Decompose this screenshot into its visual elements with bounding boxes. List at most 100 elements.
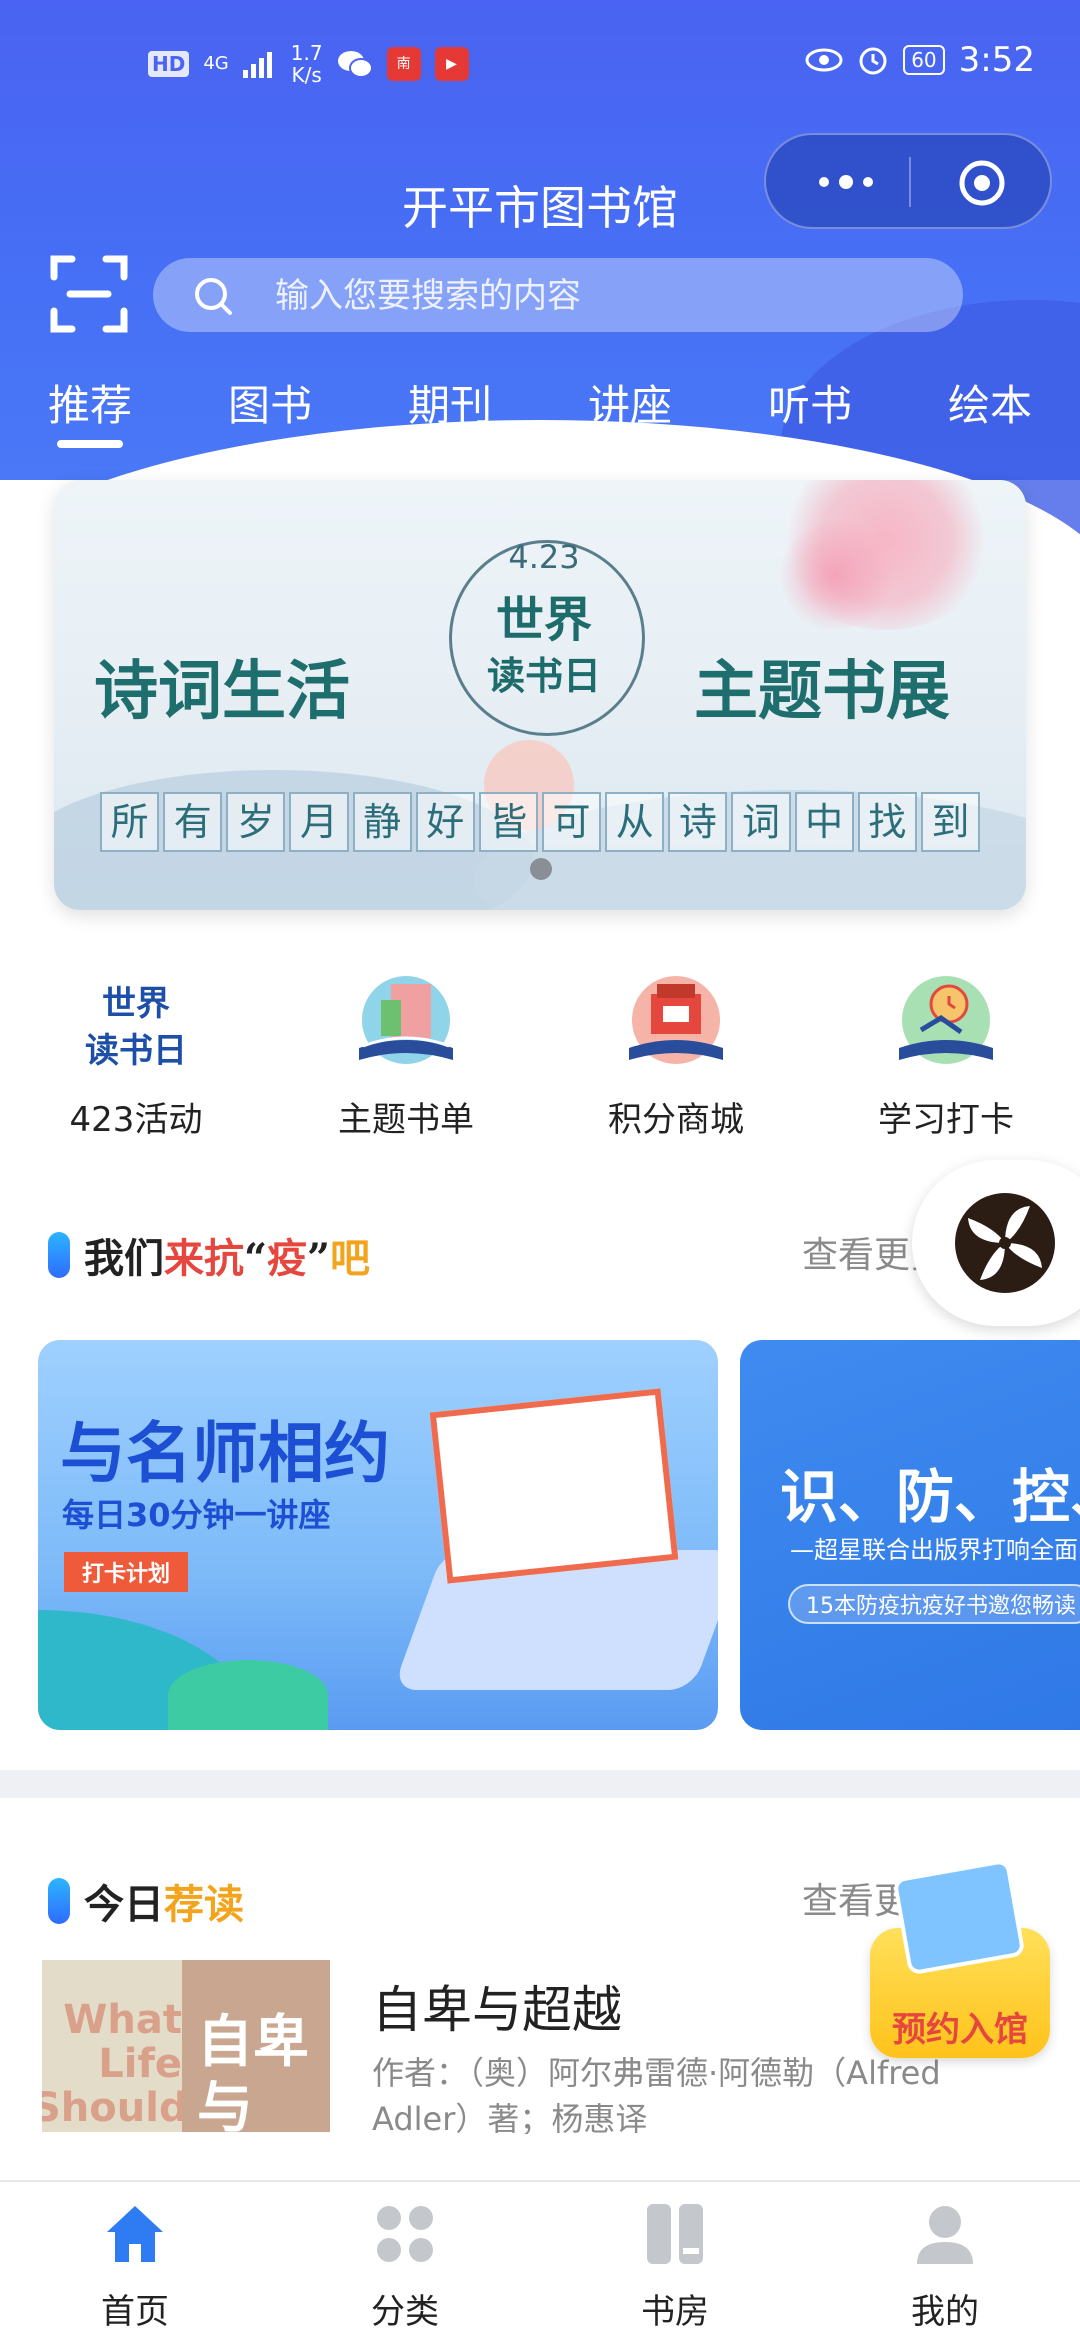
tab-picture-books[interactable]: 绘本 <box>920 372 1060 433</box>
blossom-decoration <box>776 520 896 630</box>
heading-part: 吧 <box>330 1235 371 1282</box>
book-cover[interactable]: What Life Should 自卑 与 <box>42 1960 330 2132</box>
floating-assistant-button[interactable] <box>912 1160 1080 1326</box>
epidemic-books-card[interactable]: 识、防、控、治 —超星联合出版界打响全面战 15本防疫抗疫好书邀您畅读 <box>740 1340 1080 1730</box>
section-divider <box>0 1770 1080 1798</box>
cover-chinese-title: 自卑 与 <box>197 2010 309 2132</box>
poem-char: 皆 <box>478 792 538 852</box>
heading-part: 我们 <box>84 1235 164 1282</box>
poem-char: 岁 <box>226 792 286 852</box>
svg-text:世界: 世界 <box>102 984 170 1024</box>
banner-poem-strip: 所 有 岁 月 静 好 皆 可 从 诗 词 中 找 到 <box>100 792 980 852</box>
alarm-icon <box>859 47 887 75</box>
clock: 3:52 <box>958 40 1035 80</box>
banner-date: 4.23 <box>508 538 580 576</box>
heading-part: 今日 <box>84 1881 164 1928</box>
network-type: 4G <box>203 53 229 74</box>
promo-banner[interactable]: 4.23 世界 读书日 诗词生活 主题书展 所 有 岁 月 静 好 皆 可 从 … <box>54 480 1026 910</box>
quick-link-423[interactable]: 世界 读书日 423活动 <box>16 970 256 1141</box>
signal-icon <box>242 52 272 78</box>
tab-audiobooks[interactable]: 听书 <box>740 372 880 433</box>
ticket-illustration <box>892 1858 1026 1976</box>
network-speed: 1.7 K/s <box>290 41 323 87</box>
battery-indicator: 60 <box>903 45 945 75</box>
poem-char: 所 <box>100 792 160 852</box>
quick-link-label: 主题书单 <box>338 1100 474 1140</box>
scan-icon[interactable] <box>50 255 128 333</box>
status-bar: HD 4G 1.7 K/s 南 ▶ 60 3:52 <box>0 0 1080 130</box>
nav-label: 首页 <box>101 2292 169 2332</box>
card-title: 识、防、控、治 <box>780 1463 1080 1531</box>
search-bar[interactable] <box>153 258 963 334</box>
cover-english-title: What Life Should <box>42 1997 188 2131</box>
tab-journals[interactable]: 期刊 <box>380 372 520 433</box>
poem-char: 好 <box>415 792 475 852</box>
nav-home[interactable]: 首页 <box>35 2202 235 2333</box>
page-title: 开平市图书馆 <box>402 181 678 235</box>
profile-icon <box>917 2206 973 2264</box>
poem-char: 从 <box>605 792 665 852</box>
reserve-label: 预约入馆 <box>892 2010 1028 2050</box>
search-icon <box>195 278 232 315</box>
banner-reading-day-text: 读书日 <box>486 653 601 698</box>
section-title-today-reading: 今日荐读 <box>48 1872 244 1930</box>
card-tag: 打卡计划 <box>64 1552 189 1592</box>
bottom-navigation: 首页 分类 书房 我的 <box>0 2180 1080 2340</box>
heading-part: 荐读 <box>164 1881 244 1928</box>
poem-char: 找 <box>857 792 917 852</box>
quick-link-points-shop[interactable]: 积分商城 <box>556 970 796 1141</box>
nav-profile[interactable]: 我的 <box>845 2202 1045 2333</box>
home-icon <box>107 2206 163 2262</box>
tab-lectures[interactable]: 讲座 <box>560 372 700 433</box>
leaf-decoration <box>168 1660 328 1730</box>
book-list-icon <box>359 976 453 1064</box>
quick-link-label: 积分商城 <box>608 1100 744 1140</box>
banner-left-title: 诗词生活 <box>94 654 350 729</box>
section-title-fight-epidemic: 我们来抗“疫”吧 <box>48 1226 370 1284</box>
heading-part: 来抗 <box>164 1235 244 1282</box>
tab-recommend[interactable]: 推荐 <box>20 372 160 448</box>
banner-page-indicator[interactable] <box>530 858 552 880</box>
heading-part: 疫 <box>267 1235 308 1282</box>
status-right-group: 60 3:52 <box>805 40 1035 80</box>
points-shop-icon <box>629 976 723 1064</box>
nav-label: 分类 <box>371 2292 439 2332</box>
news-app-icon: 南 <box>386 47 421 81</box>
svg-text:读书日: 读书日 <box>85 1031 187 1071</box>
book-title[interactable]: 自卑与超越 <box>372 1970 622 2042</box>
poem-char: 词 <box>731 792 791 852</box>
eye-icon <box>805 48 843 72</box>
poem-char: 到 <box>920 792 980 852</box>
reserve-visit-button[interactable]: 预约入馆 <box>870 1858 1050 2068</box>
heading-part: “ <box>244 1235 268 1282</box>
search-input[interactable] <box>273 258 927 334</box>
poem-char: 可 <box>541 792 602 852</box>
quick-link-label: 学习打卡 <box>878 1100 1014 1140</box>
quick-link-study-checkin[interactable]: 学习打卡 <box>826 970 1066 1141</box>
poem-char: 有 <box>163 792 223 852</box>
quick-link-booklist[interactable]: 主题书单 <box>286 970 526 1141</box>
section-marker <box>48 1232 70 1278</box>
study-checkin-icon <box>899 976 993 1064</box>
book-illustration <box>429 1388 679 1584</box>
nav-label: 我的 <box>911 2292 979 2332</box>
banner-right-title: 主题书展 <box>694 654 950 729</box>
hd-indicator: HD <box>148 51 190 77</box>
nav-category[interactable]: 分类 <box>305 2202 505 2333</box>
category-tabs: 推荐 图书 期刊 讲座 听书 绘本 <box>0 372 1080 452</box>
poem-char: 中 <box>794 792 854 852</box>
section-marker <box>48 1878 70 1924</box>
card-subtitle: —超星联合出版界打响全面战 <box>790 1536 1080 1564</box>
quick-link-label: 423活动 <box>69 1100 203 1140</box>
poem-char: 静 <box>352 792 412 852</box>
quick-links: 世界 读书日 423活动 主题书单 积分商城 学习打卡 <box>0 970 1080 1150</box>
nav-label: 书房 <box>641 2292 709 2332</box>
nav-bookshelf[interactable]: 书房 <box>575 2202 775 2333</box>
poem-char: 月 <box>289 792 349 852</box>
video-app-icon: ▶ <box>434 47 469 81</box>
tab-books[interactable]: 图书 <box>200 372 340 433</box>
heading-part: ” <box>307 1235 331 1282</box>
lecture-card[interactable]: 与名师相约 每日30分钟一讲座 打卡计划 <box>38 1340 718 1730</box>
card-title: 与名师相约 <box>60 1414 390 1492</box>
bookshelf-icon <box>647 2204 703 2264</box>
